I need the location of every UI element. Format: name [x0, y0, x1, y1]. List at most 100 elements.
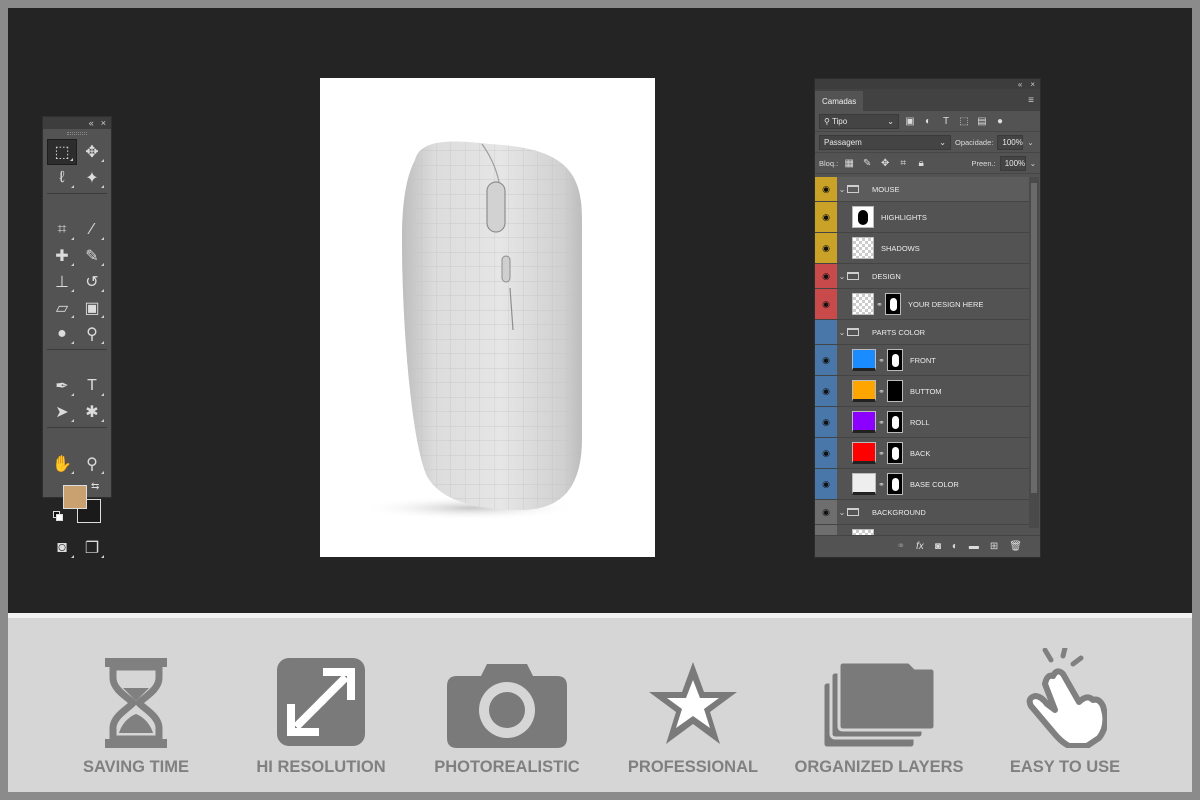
filter-kind-select[interactable]: ⚲ Tipo ⌄	[819, 113, 899, 129]
link-icon[interactable]: ⚭	[897, 541, 905, 552]
layer-row[interactable]: ◉ ⚭ YOUR DESIGN HERE	[815, 289, 1029, 320]
layer-row[interactable]: ◉ HIGHLIGHTS	[815, 202, 1029, 233]
move-icon[interactable]: ✥	[77, 139, 107, 165]
marquee-icon[interactable]: ⬚	[47, 139, 77, 165]
crop-icon[interactable]: ⌗	[47, 217, 77, 243]
collapse-icon[interactable]: «	[1018, 80, 1022, 89]
filter-type-icon[interactable]: T	[939, 116, 953, 127]
eraser-icon[interactable]: ▱	[47, 295, 77, 321]
visibility-eye-icon[interactable]: ◉	[815, 500, 837, 524]
quick-mask-icon[interactable]: ◙	[47, 535, 77, 561]
layer-mask-thumbnail[interactable]	[887, 380, 903, 402]
hand-icon[interactable]: ✋	[47, 451, 77, 477]
zoom-icon[interactable]: ⚲	[77, 451, 107, 477]
link-icon[interactable]: ⚭	[877, 356, 886, 365]
adjustment-icon[interactable]: ◐	[952, 541, 958, 552]
lock-transparent-icon[interactable]: ▦	[842, 158, 856, 169]
tab-camadas[interactable]: Camadas	[815, 91, 864, 111]
filter-smart-object-icon[interactable]: ▤	[975, 116, 989, 127]
layer-row[interactable]: ◉ ⚭ BASE COLOR	[815, 469, 1029, 500]
visibility-eye-icon[interactable]: ◉	[815, 202, 837, 232]
chevron-down-icon[interactable]: ⌄	[837, 328, 847, 337]
lasso-icon[interactable]: ℓ	[47, 165, 77, 191]
brush-icon[interactable]: ✎	[77, 243, 107, 269]
lock-all-icon[interactable]: 🔒︎	[914, 158, 928, 169]
link-icon[interactable]: ⚭	[875, 300, 884, 309]
trash-icon[interactable]: 🗑︎	[1009, 541, 1022, 552]
lock-position-icon[interactable]: ✥	[878, 158, 892, 169]
document-canvas[interactable]	[320, 78, 655, 557]
default-colors-icon[interactable]	[53, 511, 63, 521]
feature-easy-to-use: EASY TO USE	[970, 618, 1160, 792]
blur-icon[interactable]: ●	[47, 321, 77, 347]
path-selection-icon[interactable]: ➤	[47, 399, 77, 425]
layer-mask-thumbnail[interactable]	[887, 473, 903, 495]
fx-icon[interactable]: fx	[916, 541, 924, 552]
fill-input[interactable]: 100%	[999, 155, 1026, 171]
opacity-value: 100%	[1002, 137, 1023, 147]
visibility-eye-icon[interactable]: ◉	[815, 469, 837, 499]
layer-row[interactable]: ◉ ⚭ BUTTOM	[815, 376, 1029, 407]
close-icon[interactable]: ×	[1030, 80, 1035, 89]
visibility-eye-icon[interactable]: ◉	[815, 438, 837, 468]
dodge-icon[interactable]: ⚲	[77, 321, 107, 347]
pen-icon[interactable]: ✒	[47, 373, 77, 399]
filter-shape-icon[interactable]: ⬚	[957, 116, 971, 127]
chevron-down-icon[interactable]: ⌄	[1027, 138, 1033, 147]
visibility-eye-icon[interactable]: ◉	[815, 345, 837, 375]
layer-mask-thumbnail[interactable]	[887, 411, 903, 433]
panel-menu-icon[interactable]: ≡	[1028, 95, 1034, 106]
visibility-eye-icon[interactable]: ◉	[815, 289, 837, 319]
layer-mask-thumbnail[interactable]	[887, 349, 903, 371]
lock-artboard-icon[interactable]: ⌗	[896, 158, 910, 169]
mask-icon[interactable]: ◙	[935, 541, 941, 552]
toolbox-grip[interactable]	[43, 129, 111, 137]
clone-stamp-icon[interactable]: ⊥	[47, 269, 77, 295]
layer-row[interactable]: ◉ SHADOWS	[815, 233, 1029, 264]
layer-row[interactable]: ◉ ⚭ BACK	[815, 438, 1029, 469]
chevron-down-icon[interactable]: ⌄	[837, 185, 847, 194]
layer-row[interactable]: ◉ ⌄ BACKGROUND	[815, 500, 1029, 525]
chevron-down-icon[interactable]: ⌄	[1030, 159, 1036, 168]
screen-mode-icon[interactable]: ❐	[77, 535, 107, 561]
lock-image-icon[interactable]: ✎	[860, 158, 874, 169]
layer-row[interactable]: ◉ ⚭ ROLL	[815, 407, 1029, 438]
visibility-eye-icon[interactable]	[815, 320, 837, 344]
chevron-down-icon[interactable]: ⌄	[837, 272, 847, 281]
gradient-icon[interactable]: ▣	[77, 295, 107, 321]
layers-scrollbar[interactable]	[1029, 177, 1039, 528]
swap-colors-icon[interactable]: ⇆	[91, 481, 99, 492]
history-brush-icon[interactable]: ↺	[77, 269, 107, 295]
type-icon[interactable]: T	[77, 373, 107, 399]
foreground-color-swatch[interactable]	[63, 485, 87, 509]
layer-mask-thumbnail[interactable]	[887, 442, 903, 464]
layer-row[interactable]: ◉ ⌄ DESIGN	[815, 264, 1029, 289]
blend-mode-select[interactable]: Passagem ⌄	[819, 134, 951, 150]
layer-mask-thumbnail[interactable]	[885, 293, 901, 315]
eyedropper-icon[interactable]: ⁄	[77, 217, 107, 243]
new-layer-icon[interactable]: ⊞	[990, 541, 998, 552]
layer-row[interactable]: ◉ ⌄ MOUSE	[815, 177, 1029, 202]
filter-pixel-icon[interactable]: ▣	[903, 116, 917, 127]
link-icon[interactable]: ⚭	[877, 418, 886, 427]
link-icon[interactable]: ⚭	[877, 480, 886, 489]
link-icon[interactable]: ⚭	[877, 387, 886, 396]
collapse-icon[interactable]: «	[89, 118, 94, 128]
magic-wand-icon[interactable]: ✦	[77, 165, 107, 191]
opacity-input[interactable]: 100%	[997, 134, 1024, 150]
visibility-eye-icon[interactable]: ◉	[815, 376, 837, 406]
chevron-down-icon[interactable]: ⌄	[837, 508, 847, 517]
visibility-eye-icon[interactable]: ◉	[815, 233, 837, 263]
healing-brush-icon[interactable]: ✚	[47, 243, 77, 269]
layer-row[interactable]: ◉ ⚭ FRONT	[815, 345, 1029, 376]
filter-toggle-icon[interactable]: ●	[993, 116, 1007, 127]
visibility-eye-icon[interactable]: ◉	[815, 264, 837, 288]
close-icon[interactable]: ×	[101, 118, 106, 128]
filter-adjustment-icon[interactable]: ◐	[921, 116, 935, 127]
link-icon[interactable]: ⚭	[877, 449, 886, 458]
visibility-eye-icon[interactable]: ◉	[815, 177, 837, 201]
shape-icon[interactable]: ✱	[77, 399, 107, 425]
visibility-eye-icon[interactable]: ◉	[815, 407, 837, 437]
folder-icon[interactable]: ▬	[969, 541, 979, 552]
layer-row[interactable]: ⌄ PARTS COLOR	[815, 320, 1029, 345]
